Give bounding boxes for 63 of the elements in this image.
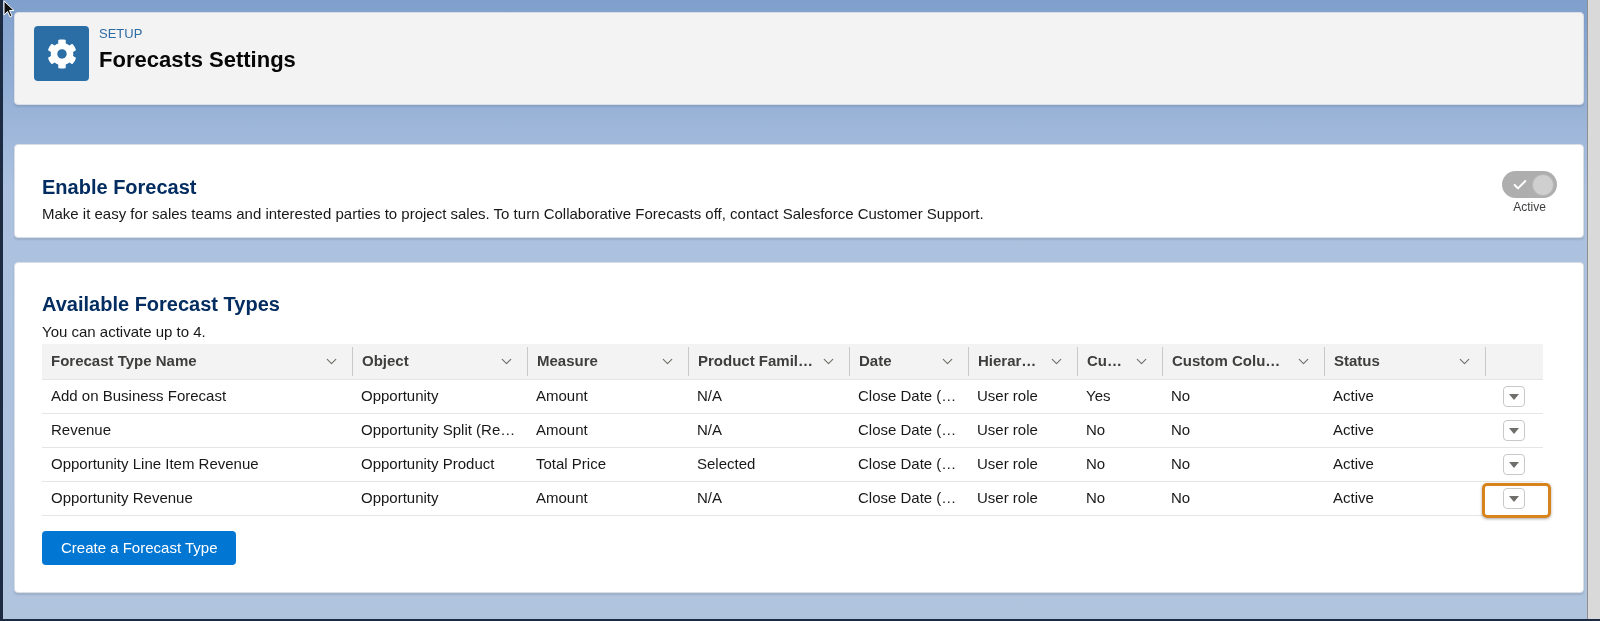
table-cell-text: Opportunity Product <box>360 454 496 475</box>
section-description: Make it easy for sales teams and interested parties to project sales. To turn Collaborative Forecasts off, contact Salesforce Customer Support. <box>42 204 984 224</box>
table-cell-text: Close Date (… <box>857 386 958 407</box>
table-cell-text: Close Date (… <box>857 454 958 475</box>
column-header[interactable]: Object <box>352 347 527 376</box>
table-cell-text: Total Price <box>535 454 608 475</box>
row-menu-button[interactable] <box>1503 386 1525 407</box>
section-subtitle: You can activate up to 4. <box>42 322 207 342</box>
create-forecast-type-button[interactable]: Create a Forecast Type <box>42 531 237 565</box>
table-cell-text: Revenue <box>50 420 113 441</box>
table-cell-text: Opportunity <box>360 386 440 407</box>
row-menu-button[interactable] <box>1503 420 1525 441</box>
table-cell-text: Opportunity Split (Re… <box>360 420 517 441</box>
toggle-label: Active <box>1513 200 1546 214</box>
table-cell-text: Selected <box>696 454 757 475</box>
column-header[interactable]: Hierar… <box>968 347 1077 376</box>
table-cell-text: Amount <box>535 420 589 441</box>
table-cell-text: Opportunity Revenue <box>50 488 194 509</box>
table-cell-text: No <box>1085 488 1107 509</box>
column-header[interactable]: Status <box>1324 347 1485 376</box>
table-cell-text: Close Date (… <box>857 420 958 441</box>
table-cell-text: Active <box>1332 420 1375 441</box>
table-cell-text: No <box>1170 420 1192 441</box>
table-cell-text: Add on Business Forecast <box>50 386 228 407</box>
table-cell-text: Amount <box>535 488 589 509</box>
column-header[interactable]: Cu… <box>1077 347 1162 376</box>
page-title: Forecasts Settings <box>99 46 296 74</box>
mouse-pointer-icon <box>3 0 15 18</box>
section-title: Enable Forecast <box>42 175 198 199</box>
table-cell-text: Opportunity Line Item Revenue <box>50 454 260 475</box>
column-header[interactable]: Date <box>849 347 968 376</box>
table-cell-text: User role <box>976 454 1039 475</box>
table-cell-text: N/A <box>696 420 723 441</box>
table-cell-text: Yes <box>1085 386 1112 407</box>
section-title: Available Forecast Types <box>42 292 281 316</box>
page-eyebrow: SETUP <box>99 26 144 42</box>
column-header[interactable]: Custom Colu… <box>1162 347 1324 376</box>
column-header[interactable]: Product Famil… <box>688 347 849 376</box>
caret-down-icon <box>1509 427 1519 434</box>
table-cell-text: No <box>1170 454 1192 475</box>
column-header[interactable]: Forecast Type Name <box>42 347 352 376</box>
table-cell-text: No <box>1085 454 1107 475</box>
table-cell-text: Amount <box>535 386 589 407</box>
caret-down-icon <box>1509 393 1519 400</box>
table-cell-text: User role <box>976 420 1039 441</box>
gear-icon <box>34 26 89 81</box>
table-cell-text: User role <box>976 386 1039 407</box>
row-menu-button[interactable] <box>1503 454 1525 475</box>
table-cell-text: Close Date (… <box>857 488 958 509</box>
table-cell-text: No <box>1170 488 1192 509</box>
table-cell-text: Active <box>1332 488 1375 509</box>
table-cell-text: N/A <box>696 386 723 407</box>
row-menu-button[interactable] <box>1503 488 1525 509</box>
table-cell-text: Active <box>1332 386 1375 407</box>
table-cell-text: Opportunity <box>360 488 440 509</box>
column-header[interactable]: Measure <box>527 347 688 376</box>
table-cell-text: Active <box>1332 454 1375 475</box>
table-cell-text: No <box>1085 420 1107 441</box>
caret-down-icon <box>1509 495 1519 502</box>
table-cell-text: N/A <box>696 488 723 509</box>
table-cell-text: No <box>1170 386 1192 407</box>
table-cell-text: User role <box>976 488 1039 509</box>
caret-down-icon <box>1509 461 1519 468</box>
